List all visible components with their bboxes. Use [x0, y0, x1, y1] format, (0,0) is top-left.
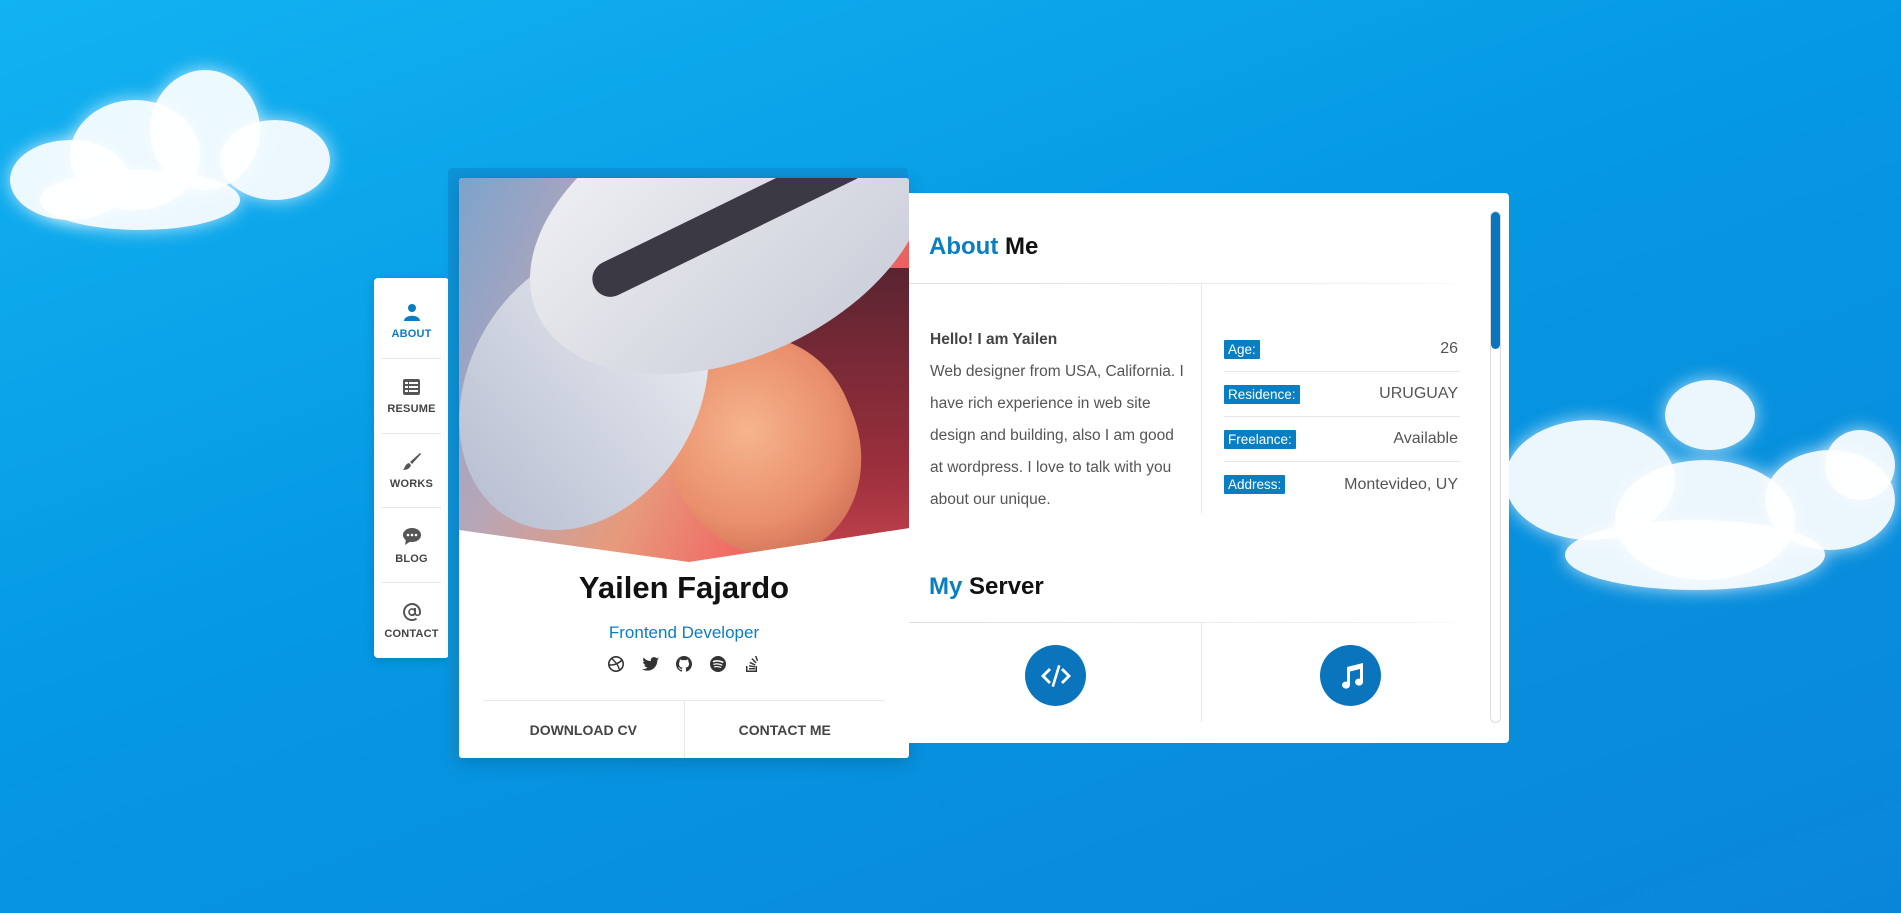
server-title-accent: My	[929, 573, 963, 600]
about-divider	[909, 283, 1469, 284]
server-column-divider	[1201, 622, 1202, 722]
info-row-age: Age: 26	[1224, 327, 1460, 372]
info-value: URUGUAY	[1379, 385, 1458, 402]
music-icon[interactable]	[1320, 645, 1381, 706]
nav-label-resume: RESUME	[387, 403, 436, 416]
profile-role: Frontend Developer	[608, 623, 760, 642]
info-key: Age:	[1224, 339, 1260, 359]
about-panel: About Me Hello! I am Yailen Web designer…	[909, 193, 1509, 743]
contact-me-button[interactable]: CONTACT ME	[685, 701, 886, 758]
nav-item-works[interactable]: WORKS	[374, 434, 449, 509]
info-row-address: Address: Montevideo, UY	[1224, 462, 1460, 507]
about-intro-text: Web designer from USA, California. I hav…	[930, 363, 1184, 508]
about-info-list: Age: 26 Residence: URUGUAY Freelance: Av…	[1224, 327, 1460, 507]
nav-item-resume[interactable]: RESUME	[374, 359, 449, 434]
spotify-icon[interactable]	[709, 655, 727, 673]
twitter-icon[interactable]	[641, 655, 659, 673]
social-links	[459, 655, 909, 673]
nav-item-contact[interactable]: CONTACT	[374, 583, 449, 658]
dribbble-icon[interactable]	[607, 655, 625, 673]
stackoverflow-icon[interactable]	[743, 655, 761, 673]
about-title: About Me	[929, 233, 1038, 261]
github-icon[interactable]	[675, 655, 693, 673]
brush-icon	[402, 452, 422, 472]
about-column-divider	[1201, 283, 1202, 513]
server-title-rest: Server	[969, 573, 1044, 600]
nav-label-works: WORKS	[389, 477, 434, 490]
profile-photo	[459, 178, 909, 562]
about-title-rest: Me	[1004, 233, 1039, 260]
profile-name: Yailen Fajardo	[578, 570, 790, 605]
server-divider	[909, 622, 1469, 623]
nav-label-about: ABOUT	[391, 328, 432, 341]
cloud-right	[1505, 380, 1901, 600]
nav-item-about[interactable]: ABOUT	[374, 284, 449, 359]
info-row-residence: Residence: URUGUAY	[1224, 372, 1460, 417]
info-key: Freelance:	[1224, 429, 1296, 449]
server-title: My Server	[929, 573, 1044, 601]
scrollbar-thumb[interactable]	[1491, 212, 1500, 349]
info-key: Address:	[1224, 475, 1286, 494]
info-value: 26	[1440, 340, 1458, 357]
nav-label-contact: CONTACT	[384, 627, 439, 640]
chat-icon	[402, 527, 422, 547]
list-icon	[402, 377, 422, 397]
cloud-left	[0, 60, 340, 230]
info-key: Residence:	[1224, 384, 1300, 404]
user-icon	[402, 302, 422, 322]
profile-card: Yailen Fajardo Frontend Developer DOWNLO…	[459, 178, 909, 758]
code-icon[interactable]	[1025, 645, 1086, 706]
nav-item-blog[interactable]: BLOG	[374, 508, 449, 583]
download-cv-button[interactable]: DOWNLOAD CV	[483, 701, 685, 758]
scrollbar[interactable]	[1490, 211, 1501, 723]
info-value: Available	[1393, 430, 1458, 447]
about-intro: Hello! I am Yailen Web designer from USA…	[930, 324, 1190, 516]
card-actions: DOWNLOAD CV CONTACT ME	[483, 700, 885, 758]
nav-label-blog: BLOG	[395, 552, 428, 565]
info-row-freelance: Freelance: Available	[1224, 417, 1460, 462]
about-title-accent: About	[929, 233, 999, 260]
side-nav: ABOUT RESUME WORKS BLOG CONTACT	[374, 278, 449, 658]
at-icon	[402, 602, 422, 622]
about-greeting: Hello! I am Yailen	[930, 331, 1058, 348]
info-value: Montevideo, UY	[1344, 475, 1458, 493]
